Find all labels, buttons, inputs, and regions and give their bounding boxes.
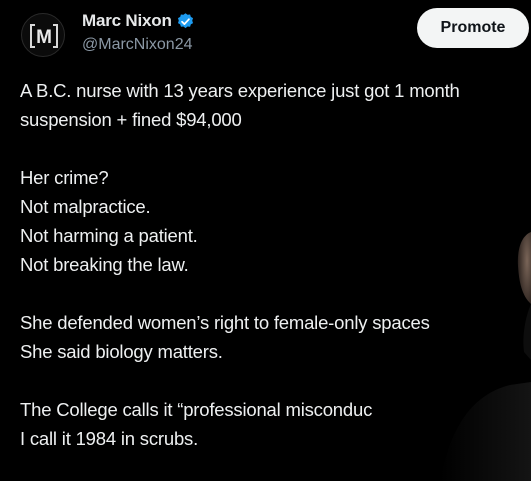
author-handle[interactable]: @MarcNixon24: [82, 36, 193, 54]
author-name-row: Marc Nixon: [82, 9, 195, 33]
post-header: M Marc Nixon @MarcNixon24 Promote: [0, 0, 531, 70]
avatar-letter: M: [36, 27, 52, 48]
verified-badge-icon: [177, 12, 193, 28]
post-paragraph: A B.C. nurse with 13 years experience ju…: [20, 76, 531, 134]
post-paragraph: The College calls it “professional misco…: [20, 395, 531, 453]
post-text: A B.C. nurse with 13 years experience ju…: [20, 76, 531, 453]
post-line: Not malpractice.: [20, 196, 151, 217]
post-line: I call it 1984 in scrubs.: [20, 428, 199, 449]
post-line: A B.C. nurse with 13 years experience ju…: [20, 80, 460, 101]
post-line: Not breaking the law.: [20, 254, 189, 275]
post-paragraph: Her crime? Not malpractice. Not harming …: [20, 163, 531, 279]
promote-button[interactable]: Promote: [417, 8, 529, 48]
avatar[interactable]: M: [21, 13, 65, 57]
avatar-logo-icon: M: [30, 24, 58, 48]
post-line: She defended women’s right to female-onl…: [20, 312, 430, 333]
post-line: suspension + fined $94,000: [20, 109, 242, 130]
author-name[interactable]: Marc Nixon: [82, 11, 172, 31]
post-paragraph: She defended women’s right to female-onl…: [20, 308, 531, 366]
post-line: She said biology matters.: [20, 341, 223, 362]
post-line: The College calls it “professional misco…: [20, 399, 373, 420]
post-line: Her crime?: [20, 167, 109, 188]
post-line: Not harming a patient.: [20, 225, 198, 246]
